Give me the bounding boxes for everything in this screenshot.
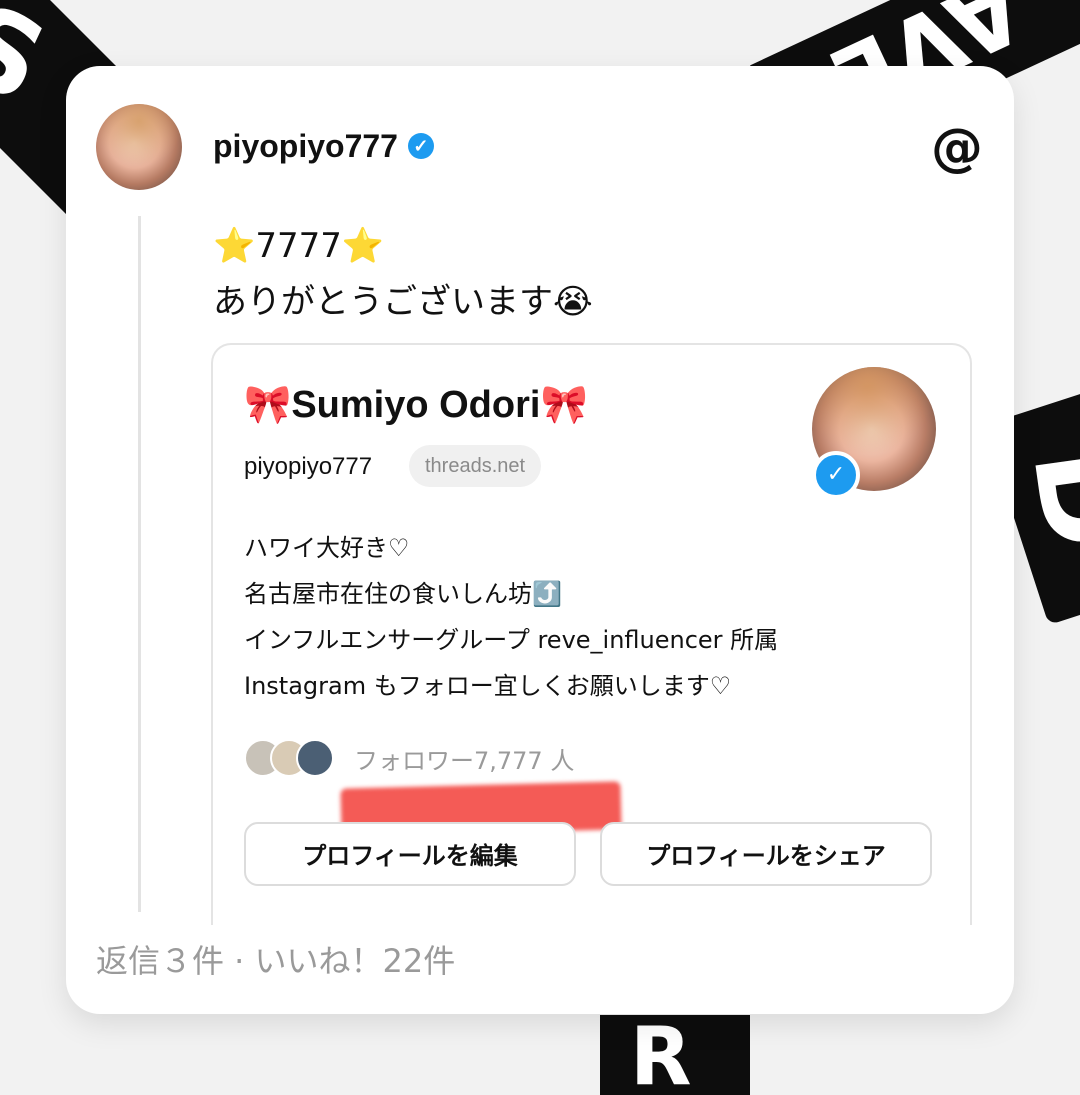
author-avatar[interactable] xyxy=(96,104,182,190)
decorative-ribbon-bottom: R xyxy=(600,1015,750,1095)
author-username[interactable]: piyopiyo777 xyxy=(213,128,398,164)
thread-line xyxy=(138,216,141,912)
profile-domain-badge[interactable]: threads.net xyxy=(409,445,542,487)
bio-line: Instagram もフォロー宜しくお願いします♡ xyxy=(244,672,732,700)
bio-line: 名古屋市在住の食いしん坊⤴️ xyxy=(244,580,562,608)
embedded-profile-card[interactable]: 🎀Sumiyo Odori🎀 piyopiyo777 threads.net ✓… xyxy=(211,343,972,925)
verified-check-icon: ✓ xyxy=(407,132,434,159)
followers-count[interactable]: フォロワー7,777 人 xyxy=(354,741,574,776)
post-stats[interactable]: 返信３件 · いいね！22件 xyxy=(96,936,455,982)
bio-line: インフルエンサーグループ reve_influencer 所属 xyxy=(244,626,779,654)
threads-logo-icon[interactable]: @ xyxy=(930,121,984,175)
post-line-1: ⭐7777⭐ xyxy=(213,226,385,266)
edit-profile-button[interactable]: プロフィールを編集 xyxy=(244,822,576,886)
post-line-2: ありがとうございます😭 xyxy=(213,282,593,322)
threads-post-card: piyopiyo777 ✓ @ ⭐7777⭐ ありがとうございます😭 🎀Sumiy… xyxy=(66,66,1014,1014)
share-profile-button[interactable]: プロフィールをシェア xyxy=(600,822,932,886)
verified-check-icon: ✓ xyxy=(812,451,860,499)
post-text: ⭐7777⭐ ありがとうございます😭 xyxy=(213,218,593,330)
profile-bio: ハワイ大好き♡ 名古屋市在住の食いしん坊⤴️ インフルエンサーグループ reve… xyxy=(244,525,778,709)
follower-avatar xyxy=(296,739,334,777)
profile-display-name: 🎀Sumiyo Odori🎀 xyxy=(244,384,588,426)
bio-line: ハワイ大好き♡ xyxy=(244,534,410,562)
profile-handle: piyopiyo777 xyxy=(244,453,373,480)
author-username-row[interactable]: piyopiyo777 ✓ xyxy=(213,128,434,165)
